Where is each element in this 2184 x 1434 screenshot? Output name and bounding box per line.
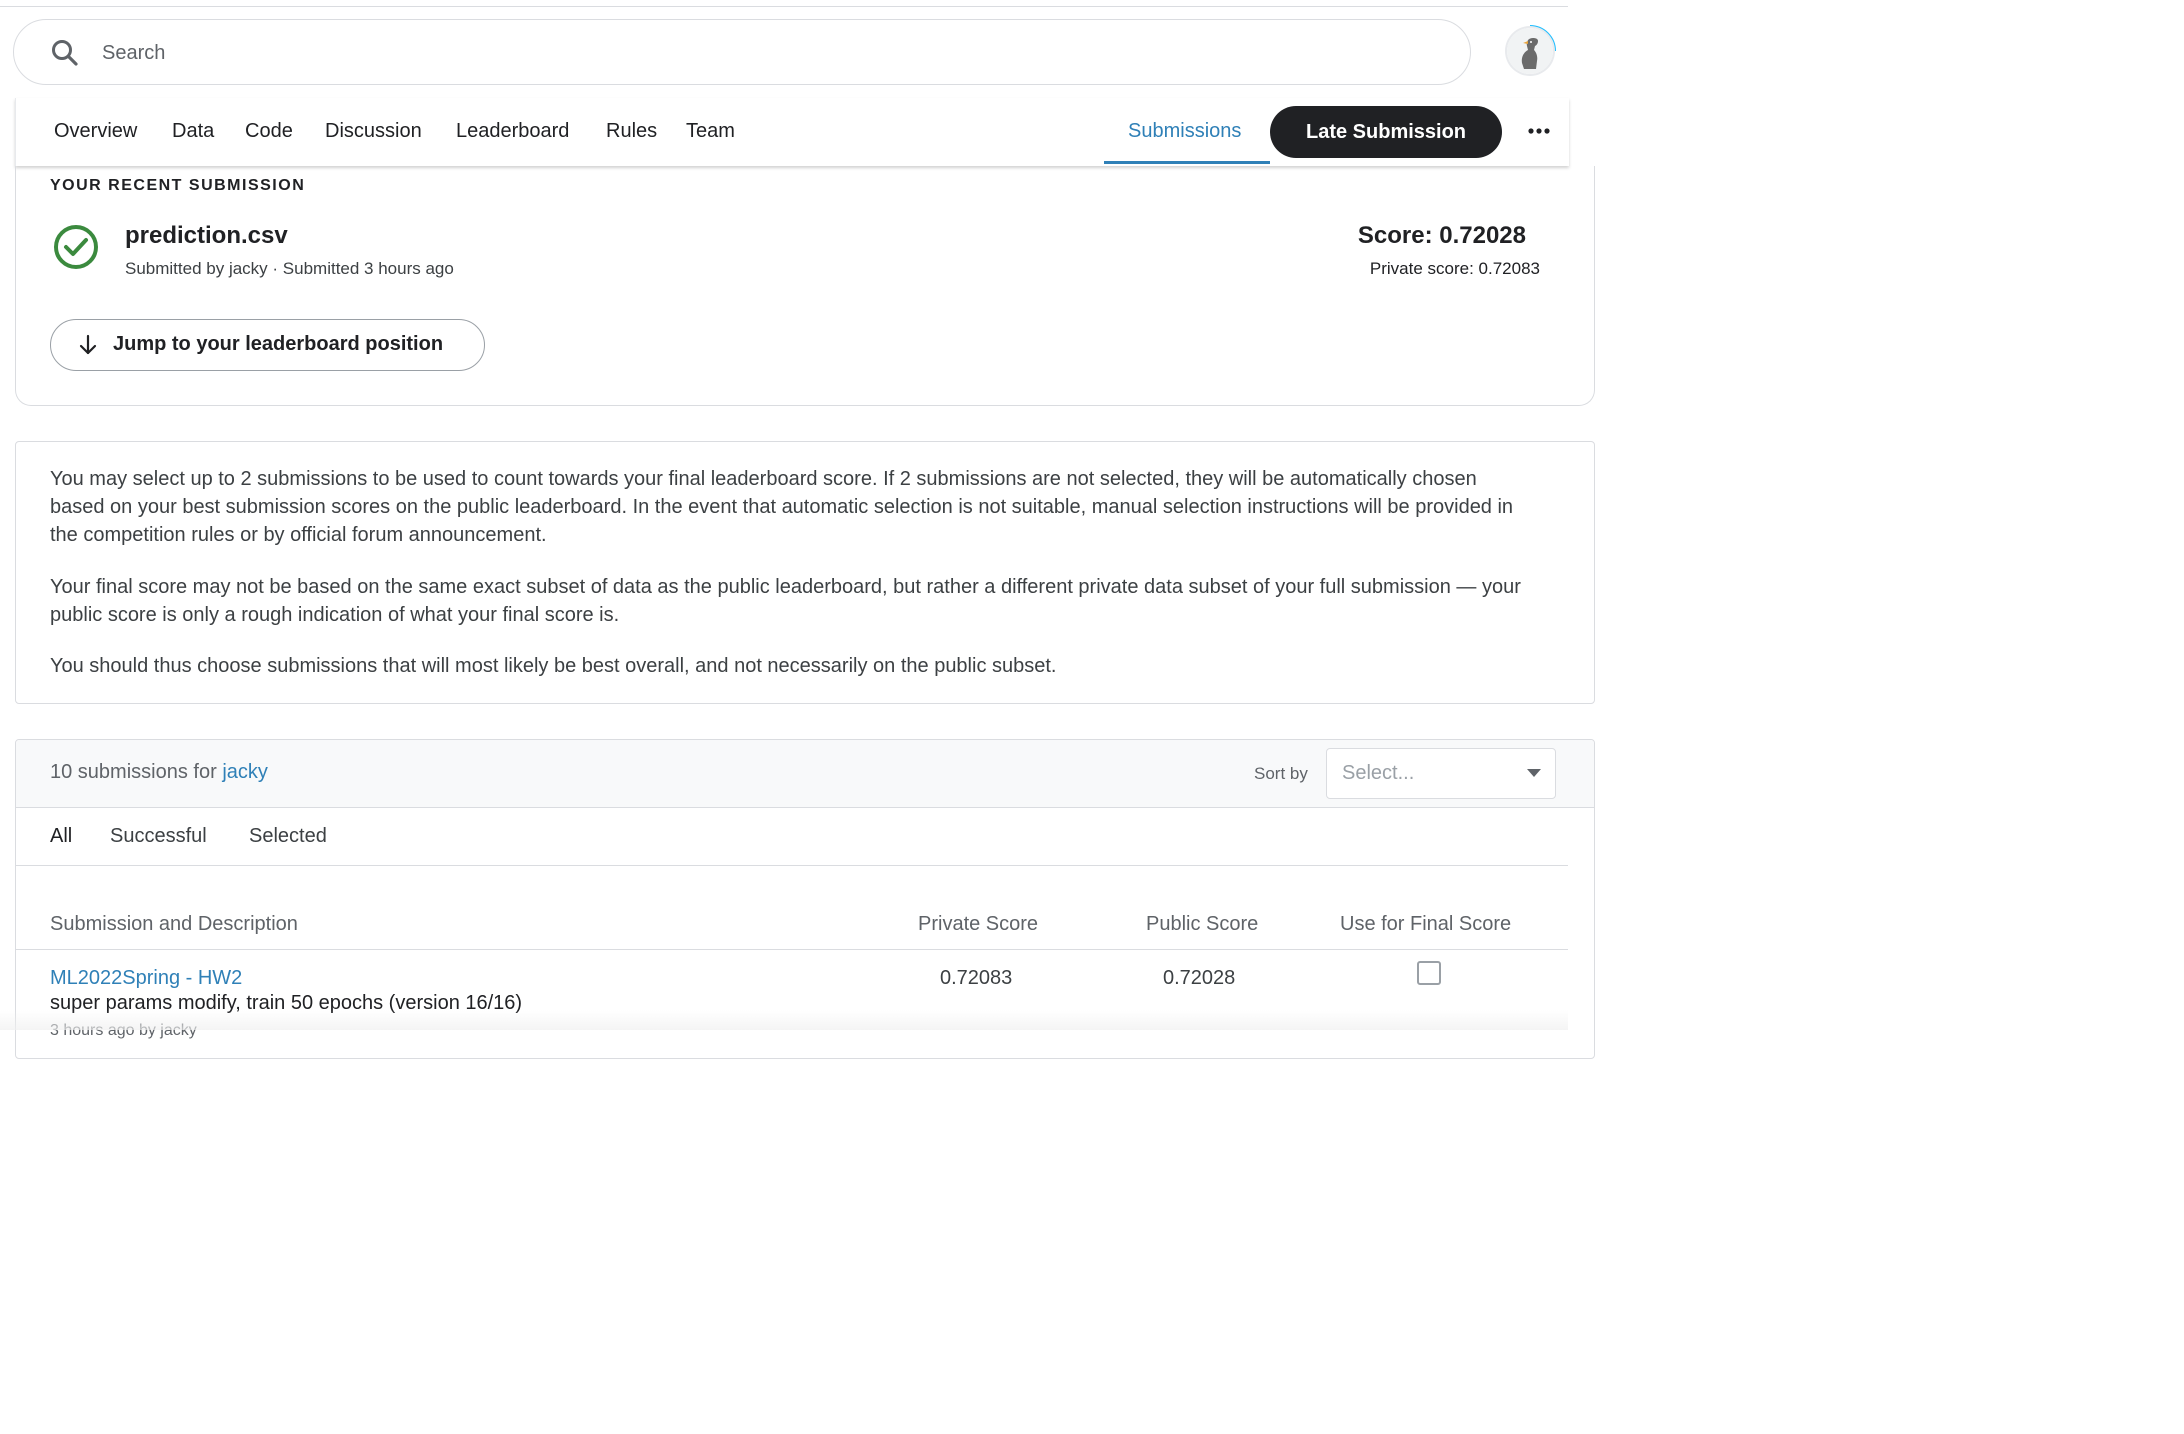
row-public-score: 0.72028 — [1163, 967, 1236, 989]
jump-label: Jump to your leaderboard position — [113, 333, 444, 355]
sort-select-placeholder: Select... — [1342, 762, 1415, 784]
table-header-divider — [16, 949, 1568, 950]
search-input[interactable] — [100, 34, 1404, 72]
submission-meta: Submitted by jacky · Submitted 3 hours a… — [125, 259, 454, 278]
tab-data[interactable]: Data — [172, 98, 214, 164]
caret-down-icon — [1527, 769, 1541, 777]
top-divider — [0, 6, 1568, 7]
sort-select[interactable]: Select... — [1326, 748, 1556, 799]
tab-discussion[interactable]: Discussion — [325, 98, 422, 164]
jump-to-leaderboard-button[interactable]: Jump to your leaderboard position — [50, 319, 485, 371]
submissions-count: 10 submissions for jacky — [50, 761, 268, 784]
tabs-divider — [16, 865, 1568, 866]
recent-submission-heading: YOUR RECENT SUBMISSION — [50, 177, 306, 194]
public-score: Score: 0.72028 — [1357, 222, 1526, 249]
more-horizontal-icon[interactable] — [1524, 118, 1554, 144]
search-bar[interactable] — [13, 19, 1471, 85]
info-paragraph-1: You may select up to 2 submissions to be… — [50, 468, 1514, 546]
info-paragraph-2: Your final score may not be based on the… — [50, 576, 1521, 626]
tab-code[interactable]: Code — [245, 98, 293, 164]
check-circle-icon — [54, 225, 98, 269]
submissions-count-text: 10 submissions for — [50, 761, 217, 783]
tab-leaderboard[interactable]: Leaderboard — [456, 98, 569, 164]
sort-by-label: Sort by — [1254, 764, 1308, 783]
column-header-description: Submission and Description — [50, 913, 298, 935]
competition-nav: Overview Data Code Discussion Leaderboar… — [15, 98, 1569, 166]
tab-rules[interactable]: Rules — [606, 98, 657, 164]
late-submission-button[interactable]: Late Submission — [1270, 106, 1502, 158]
arrow-down-icon — [79, 334, 97, 355]
tab-team[interactable]: Team — [686, 98, 735, 164]
search-icon — [52, 40, 78, 66]
column-header-public-score: Public Score — [1146, 913, 1259, 935]
column-header-final-score: Use for Final Score — [1340, 913, 1512, 935]
submissions-user-link[interactable]: jacky — [222, 761, 268, 783]
filter-tab-successful[interactable]: Successful — [110, 825, 207, 848]
submission-title-link[interactable]: ML2022Spring - HW2 — [50, 967, 242, 990]
scroll-fade — [0, 1010, 1568, 1030]
filter-tab-selected[interactable]: Selected — [249, 825, 327, 848]
active-tab-indicator — [1104, 161, 1270, 164]
tab-overview[interactable]: Overview — [54, 98, 137, 164]
tab-submissions[interactable]: Submissions — [1128, 98, 1241, 164]
private-score: Private score: 0.72083 — [1369, 259, 1540, 278]
submission-file-name: prediction.csv — [125, 222, 288, 249]
column-header-private-score: Private Score — [918, 913, 1039, 935]
avatar[interactable] — [1507, 28, 1553, 74]
goose-avatar-icon — [1507, 28, 1553, 74]
row-private-score: 0.72083 — [940, 967, 1013, 989]
filter-tab-all[interactable]: All — [50, 825, 72, 848]
use-for-final-checkbox[interactable] — [1417, 961, 1441, 985]
info-paragraph-3: You should thus choose submissions that … — [50, 655, 1057, 677]
